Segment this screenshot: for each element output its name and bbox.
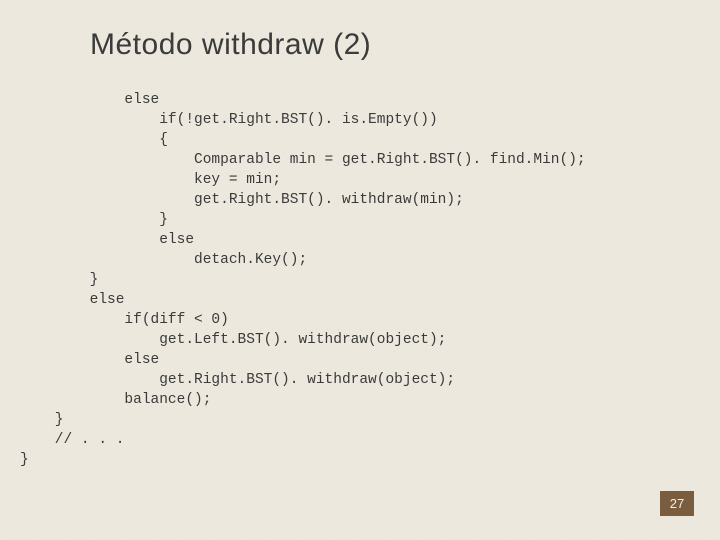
slide-title: Método withdraw (2): [90, 28, 720, 62]
slide-container: Método withdraw (2) else if(!get.Right.B…: [0, 0, 720, 540]
page-number-badge: 27: [660, 491, 694, 516]
page-number-text: 27: [670, 496, 684, 511]
code-block: else if(!get.Right.BST(). is.Empty()) { …: [20, 90, 720, 470]
